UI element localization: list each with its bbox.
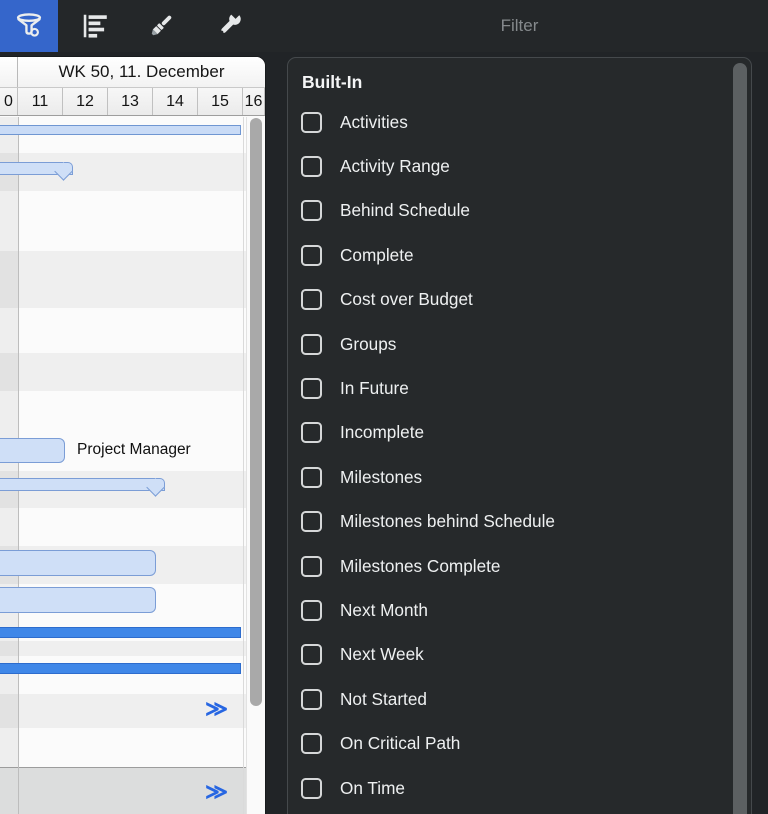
day-cell: 11 [18, 88, 63, 115]
checkbox[interactable] [301, 777, 322, 799]
filter-section-title: Built-In [302, 72, 363, 92]
filter-item[interactable]: In Future [288, 366, 728, 410]
filter-item-label: Milestones [340, 466, 423, 487]
bar-label: Project Manager [77, 441, 191, 458]
week-header-label: WK 50, 11. December [58, 62, 225, 81]
filter-item[interactable]: Groups [288, 322, 728, 366]
filter-item[interactable]: On Time [288, 766, 728, 810]
filter-item-label: Incomplete [340, 422, 425, 443]
tab-format[interactable] [132, 0, 190, 52]
filter-item[interactable]: Next Week [288, 633, 728, 677]
row-stripe [0, 353, 265, 391]
day-cell: 13 [108, 88, 153, 115]
checkbox[interactable] [301, 466, 322, 488]
gantt-bar-task[interactable] [0, 438, 65, 463]
tab-tools[interactable] [199, 0, 257, 52]
gantt-bar-solid[interactable] [0, 663, 241, 674]
paintbrush-icon [146, 11, 176, 41]
checkbox[interactable] [301, 289, 322, 311]
week-gridline [18, 117, 19, 814]
checkbox[interactable] [301, 599, 322, 621]
gantt-body[interactable]: Project Manager ≫ ≫ [0, 117, 265, 814]
filter-item-label: Not Started [340, 688, 427, 709]
filter-scrollbar-thumb[interactable] [733, 63, 747, 814]
filter-item[interactable]: Incomplete [288, 411, 728, 455]
filter-item-label: Next Week [340, 644, 424, 665]
gantt-bar-task[interactable] [0, 550, 156, 576]
gantt-bar-solid[interactable] [0, 627, 241, 638]
app-window: Filter WK 50, 11. December 0 11 12 13 14 15 16… [0, 0, 768, 814]
checkbox[interactable] [301, 333, 322, 355]
column-gridline [243, 117, 244, 814]
checkbox[interactable] [301, 555, 322, 577]
group-bar-body [0, 478, 165, 491]
filter-item[interactable]: Milestones behind Schedule [288, 500, 728, 544]
checkbox[interactable] [301, 156, 322, 178]
week-header-stub [0, 57, 18, 87]
toolbar: Filter [0, 0, 768, 52]
filter-item-label: Groups [340, 333, 397, 354]
checkbox[interactable] [301, 200, 322, 222]
week-header-row: WK 50, 11. December [0, 57, 265, 88]
filter-item[interactable]: Next Month [288, 588, 728, 632]
day-header-row: 0 11 12 13 14 15 16 [0, 88, 265, 116]
filter-item[interactable]: Behind Schedule [288, 189, 728, 233]
filter-item-label: In Future [340, 378, 409, 399]
filter-item-label: Milestones behind Schedule [340, 511, 555, 532]
overflow-chevron-icon: ≫ [205, 696, 229, 721]
checkbox[interactable] [301, 111, 322, 133]
filter-item[interactable]: Not Started [288, 677, 728, 721]
row-stripe [0, 641, 265, 656]
day-cell: 15 [198, 88, 243, 115]
gantt-bar-flat-group[interactable] [0, 125, 241, 135]
wrench-icon [213, 11, 243, 41]
filter-item-label: Activities [340, 111, 408, 132]
gantt-chart: WK 50, 11. December 0 11 12 13 14 15 16 Projec… [0, 57, 265, 814]
filter-item[interactable]: Activity Range [288, 144, 728, 188]
filter-item[interactable]: Milestones Complete [288, 544, 728, 588]
gantt-scrollbar-track[interactable] [246, 117, 265, 814]
row-stripe [0, 251, 265, 308]
filter-panel: Built-In Activities Activity Range Behin… [287, 57, 752, 814]
funnel-icon [14, 11, 44, 41]
filter-list: Activities Activity Range Behind Schedul… [288, 100, 728, 810]
checkbox[interactable] [301, 644, 322, 666]
filter-item[interactable]: Milestones [288, 455, 728, 499]
day-cell: 0 [0, 88, 18, 115]
filter-item[interactable]: Cost over Budget [288, 278, 728, 322]
outline-icon [80, 11, 110, 41]
gantt-bar-pointed-group[interactable] [0, 478, 165, 500]
checkbox[interactable] [301, 688, 322, 710]
filter-item-label: On Critical Path [340, 733, 461, 754]
checkbox[interactable] [301, 422, 322, 444]
overflow-chevron-icon: ≫ [205, 779, 229, 804]
filter-item-label: On Time [340, 777, 405, 798]
filter-item-label: Behind Schedule [340, 200, 470, 221]
filter-item[interactable]: Complete [288, 233, 728, 277]
filter-item-label: Cost over Budget [340, 289, 473, 310]
weekend-shading [0, 117, 18, 814]
gantt-bar-task[interactable] [0, 587, 156, 613]
filter-item-label: Next Month [340, 599, 428, 620]
gantt-bar-pointed-group[interactable] [0, 162, 73, 185]
tab-outline[interactable] [66, 0, 124, 52]
filter-item[interactable]: Activities [288, 100, 728, 144]
filter-item[interactable]: On Critical Path [288, 721, 728, 765]
checkbox[interactable] [301, 378, 322, 400]
tab-filter[interactable] [0, 0, 58, 52]
checkbox[interactable] [301, 733, 322, 755]
checkbox[interactable] [301, 511, 322, 533]
panel-title: Filter [500, 16, 539, 35]
filter-item-label: Activity Range [340, 156, 450, 177]
gantt-scrollbar-thumb[interactable] [250, 118, 262, 706]
filter-item-label: Complete [340, 244, 414, 265]
checkbox[interactable] [301, 244, 322, 266]
day-cell: 12 [63, 88, 108, 115]
day-cell: 14 [153, 88, 198, 115]
day-cell: 16 [243, 88, 265, 115]
filter-item-label: Milestones Complete [340, 555, 501, 576]
